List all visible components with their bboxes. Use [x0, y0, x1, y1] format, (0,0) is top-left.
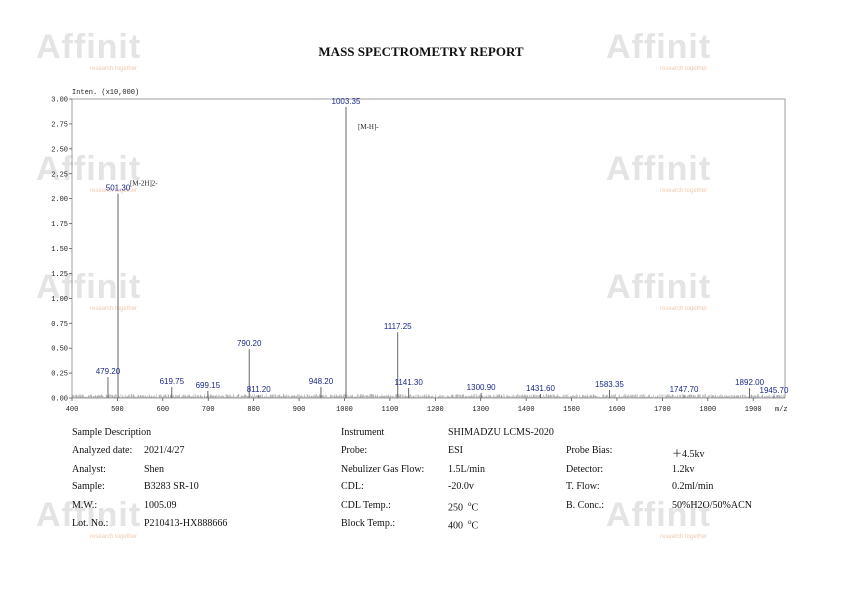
peak-annotation: [M-H]-	[358, 123, 379, 131]
peak-labels: 479.20 501.30 619.75 699.15 790.20 811.20 948.…	[96, 97, 789, 395]
cdl-temp-number: 250	[448, 502, 463, 514]
x-tick-label: 700	[202, 406, 215, 414]
y-tick-label: 1.25	[51, 271, 68, 279]
probe-label: Probe:	[341, 445, 368, 456]
instrument-heading: Instrument	[341, 427, 385, 438]
peak-label: 1747.70	[670, 385, 699, 394]
probe-value: ESI	[448, 445, 463, 456]
peak-lines	[107, 106, 775, 398]
cdl-label: CDL:	[341, 481, 364, 492]
cdl-temp-unit: C	[471, 502, 479, 514]
baseline-noise	[71, 394, 785, 398]
nebulizer-value: 1.5L/min	[448, 464, 485, 475]
peak-label: 948.20	[309, 377, 334, 386]
cdl-temp-value: 250 oC	[448, 500, 478, 513]
t-flow-label: T. Flow:	[566, 481, 600, 492]
peak-label: 1431.60	[526, 384, 555, 393]
peak-label: 699.15	[196, 381, 221, 390]
mw-label: M.W.:	[72, 500, 98, 511]
watermark-tagline: research together	[90, 534, 138, 540]
plot-frame	[71, 98, 786, 399]
lot-no-label: Lot. No.:	[72, 518, 109, 529]
mw-value: 1005.09	[144, 500, 177, 511]
analyzed-date-label: Analyzed date:	[72, 445, 133, 456]
x-tick-label: 1500	[563, 406, 580, 414]
block-temp-unit: C	[471, 520, 479, 532]
y-tick-label: 2.50	[51, 146, 68, 154]
detector-label: Detector:	[566, 464, 604, 475]
peak-label: 1117.25	[384, 322, 412, 331]
sample-label: Sample:	[72, 481, 105, 492]
y-tick-label: 0.50	[51, 346, 68, 354]
peak-label: 1141.30	[394, 378, 423, 387]
instrument-name: SHIMADZU LCMS-2020	[448, 427, 554, 438]
x-axis-label: m/z	[775, 406, 788, 414]
x-tick-label: 1100	[381, 406, 398, 414]
x-tick-label: 1800	[699, 406, 716, 414]
sample-description-heading: Sample Description	[72, 427, 152, 438]
peak-label: 1583.35	[595, 380, 624, 389]
x-tick-label: 600	[157, 406, 170, 414]
lot-no-value: P210413-HX888666	[144, 518, 228, 529]
peak-annotation: [M-2H]2-	[130, 180, 158, 188]
x-tick-label: 1000	[336, 406, 353, 414]
x-tick-label: 1700	[654, 406, 671, 414]
peak-label: 811.20	[247, 385, 271, 394]
y-tick-label: 2.25	[51, 171, 68, 179]
analyst-value: Shen	[144, 464, 164, 475]
x-tick-label: 1300	[472, 406, 489, 414]
peak-label: 1300.90	[467, 383, 496, 392]
peak-label: 619.75	[160, 377, 185, 386]
y-tick-label: 0.25	[51, 371, 68, 379]
block-temp-label: Block Temp.:	[341, 518, 396, 529]
y-tick-label: 1.00	[51, 296, 68, 304]
block-temp-number: 400	[448, 520, 463, 532]
peak-label: 790.20	[237, 339, 262, 348]
cdl-value: -20.0v	[448, 481, 474, 492]
analyzed-date-value: 2021/4/27	[144, 445, 185, 456]
analyst-label: Analyst:	[72, 464, 106, 475]
y-tick-label: 0.75	[51, 321, 68, 329]
x-tick-label: 1600	[609, 406, 626, 414]
peak-label: 1003.35	[332, 97, 361, 106]
cdl-temp-label: CDL Temp.:	[341, 500, 391, 511]
probe-bias-label: Probe Bias:	[566, 445, 613, 456]
nebulizer-label: Nebulizer Gas Flow:	[341, 464, 425, 475]
mass-spectrum-chart: 0.00 0.25 0.50 0.75 1.00 1.25 1.50 1.75 2.00 2.25…	[51, 89, 789, 414]
b-conc-label: B. Conc.:	[566, 500, 605, 511]
detector-value: 1.2kv	[672, 464, 695, 475]
y-tick-label: 2.75	[51, 121, 68, 129]
sample-value: B3283 SR-10	[144, 481, 199, 492]
y-tick-label: 1.75	[51, 221, 68, 229]
peak-label: 501.30	[106, 184, 131, 193]
peak-label: 1945.70	[760, 386, 789, 395]
block-temp-value: 400 oC	[448, 518, 478, 531]
y-tick-label: 1.50	[51, 246, 68, 254]
y-axis-label: Inten. (x10,000)	[72, 89, 139, 97]
x-tick-label: 900	[293, 406, 306, 414]
x-tick-label: 500	[111, 406, 124, 414]
y-tick-label: 2.00	[51, 196, 68, 204]
t-flow-value: 0.2ml/min	[672, 481, 714, 492]
x-tick-label: 1200	[427, 406, 444, 414]
chart-axes: 0.00 0.25 0.50 0.75 1.00 1.25 1.50 1.75 2.00 2.25…	[51, 97, 786, 414]
x-tick-label: 1900	[745, 406, 762, 414]
b-conc-value: 50%H2O/50%ACN	[672, 500, 752, 511]
x-tick-label: 1400	[518, 406, 535, 414]
y-tick-label: 0.00	[51, 396, 68, 404]
y-tick-label: 3.00	[51, 97, 68, 105]
spectrum-trace	[71, 394, 785, 398]
peak-label: 479.20	[96, 367, 121, 376]
x-tick-label: 800	[247, 406, 260, 414]
x-tick-label: 400	[66, 406, 79, 414]
probe-bias-value: ＋4.5kv	[672, 449, 705, 460]
watermark-tagline: research together	[660, 534, 708, 540]
